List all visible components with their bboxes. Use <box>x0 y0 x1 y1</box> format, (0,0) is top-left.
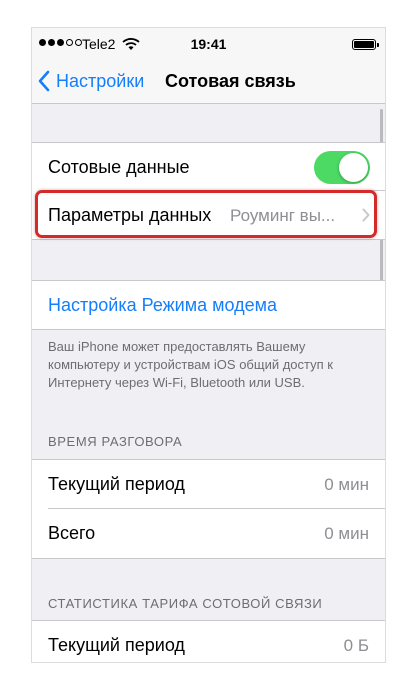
status-time: 19:41 <box>190 36 227 52</box>
call-time-group: Текущий период 0 мин Всего 0 мин <box>32 459 385 559</box>
call-time-header: ВРЕМЯ РАЗГОВОРА <box>48 434 183 449</box>
chevron-left-icon <box>38 70 50 92</box>
hotspot-row[interactable]: Настройка Режима модема <box>32 281 385 329</box>
hotspot-footer-note: Ваш iPhone может предоставлять Вашему ко… <box>48 339 333 390</box>
hotspot-settings-link[interactable]: Настройка Режима модема <box>48 295 277 316</box>
back-button[interactable]: Настройки <box>38 66 144 96</box>
tariff-current-period-label: Текущий период <box>48 635 185 655</box>
status-bar: Tele2 19:41 <box>32 28 385 60</box>
toggle-knob <box>339 153 368 182</box>
total-label: Всего <box>48 523 96 543</box>
highlight-frame <box>35 190 377 238</box>
current-period-label: Текущий период <box>48 474 185 494</box>
cellular-data-label: Сотовые данные <box>48 157 190 177</box>
hotspot-group: Настройка Режима модема <box>32 280 385 330</box>
tariff-stats-header: СТАТИСТИКА ТАРИФА СОТОВОЙ СВЯЗИ <box>48 596 323 611</box>
page-title: Сотовая связь <box>165 71 296 91</box>
table-row: Текущий период 0 мин <box>32 460 385 509</box>
back-button-label: Настройки <box>56 70 145 91</box>
battery-icon <box>352 39 379 50</box>
table-row: Всего 0 мин <box>32 509 385 558</box>
total-value: 0 мин <box>324 524 369 543</box>
cellular-data-row: Сотовые данные <box>32 143 385 191</box>
tariff-stats-group: Текущий период 0 Б <box>32 620 385 662</box>
current-period-value: 0 мин <box>324 475 369 494</box>
cellular-data-toggle[interactable] <box>314 151 370 184</box>
phone-screen: Tele2 19:41 Настройки Сотовая связь Сото… <box>32 28 385 662</box>
tariff-current-period-value: 0 Б <box>343 636 369 655</box>
navigation-bar: Настройки Сотовая связь <box>32 60 385 104</box>
table-row: Текущий период 0 Б <box>32 621 385 662</box>
